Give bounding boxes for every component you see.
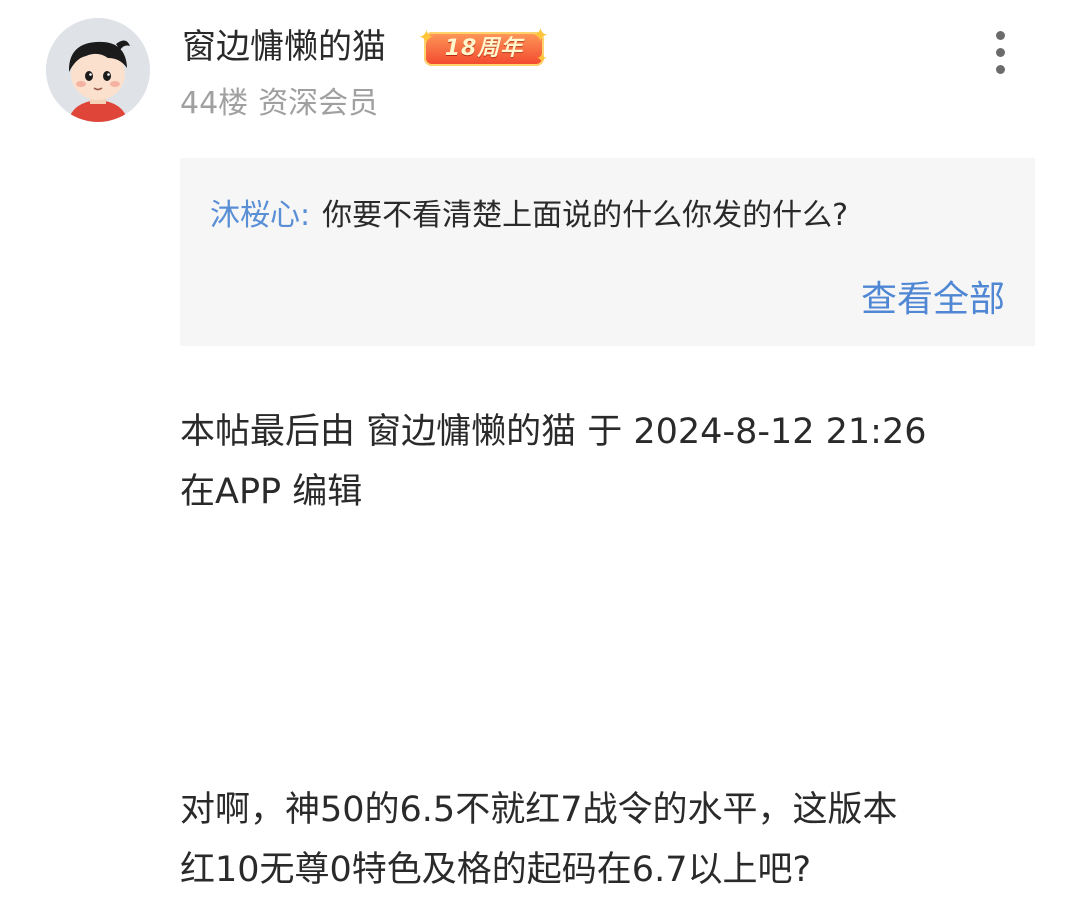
- sparkle-star-icon: ✦: [532, 23, 549, 47]
- quoted-reply: 沐桜心: 你要不看清楚上面说的什么你发的什么? 查看全部: [180, 158, 1035, 346]
- member-rank: 资深会员: [258, 86, 379, 121]
- post-content-line: 红10无尊0特色及格的起码在6.7以上吧?: [180, 850, 812, 890]
- post-content-line: 对啊，神50的6.5不就红7战令的水平，这版本: [180, 790, 898, 830]
- more-options-button[interactable]: [980, 28, 1020, 78]
- badge-label: 18周年: [444, 36, 524, 61]
- view-all-link[interactable]: 查看全部: [861, 276, 1005, 324]
- edit-note-line: 在APP 编辑: [180, 472, 363, 512]
- floor-number: 44楼: [180, 86, 249, 121]
- sparkle-star-icon: ✦: [536, 51, 548, 67]
- sparkle-star-icon: ✦: [418, 25, 435, 49]
- author-meta: 44楼 资深会员: [180, 82, 378, 126]
- quote-line: 沐桜心: 你要不看清楚上面说的什么你发的什么?: [210, 194, 848, 238]
- cartoon-boy-avatar-icon: [46, 18, 150, 122]
- anniversary-badge: 18周年 ✦ ✦ ✦: [418, 25, 550, 69]
- edit-note: 本帖最后由 窗边慵懒的猫 于 2024-8-12 21:26 在APP 编辑: [180, 402, 1020, 522]
- edit-note-line: 本帖最后由 窗边慵懒的猫 于 2024-8-12 21:26: [180, 412, 927, 452]
- quote-text: 你要不看清楚上面说的什么你发的什么?: [322, 198, 849, 233]
- post-header: 窗边慵懒的猫 18周年 ✦ ✦ ✦ 44楼 资深会员: [0, 0, 1080, 140]
- user-avatar[interactable]: [46, 18, 150, 122]
- quote-author[interactable]: 沐桜心:: [210, 198, 310, 233]
- post-content: 对啊，神50的6.5不就红7战令的水平，这版本 红10无尊0特色及格的起码在6.…: [180, 780, 1020, 900]
- author-username[interactable]: 窗边慵懒的猫: [182, 24, 386, 70]
